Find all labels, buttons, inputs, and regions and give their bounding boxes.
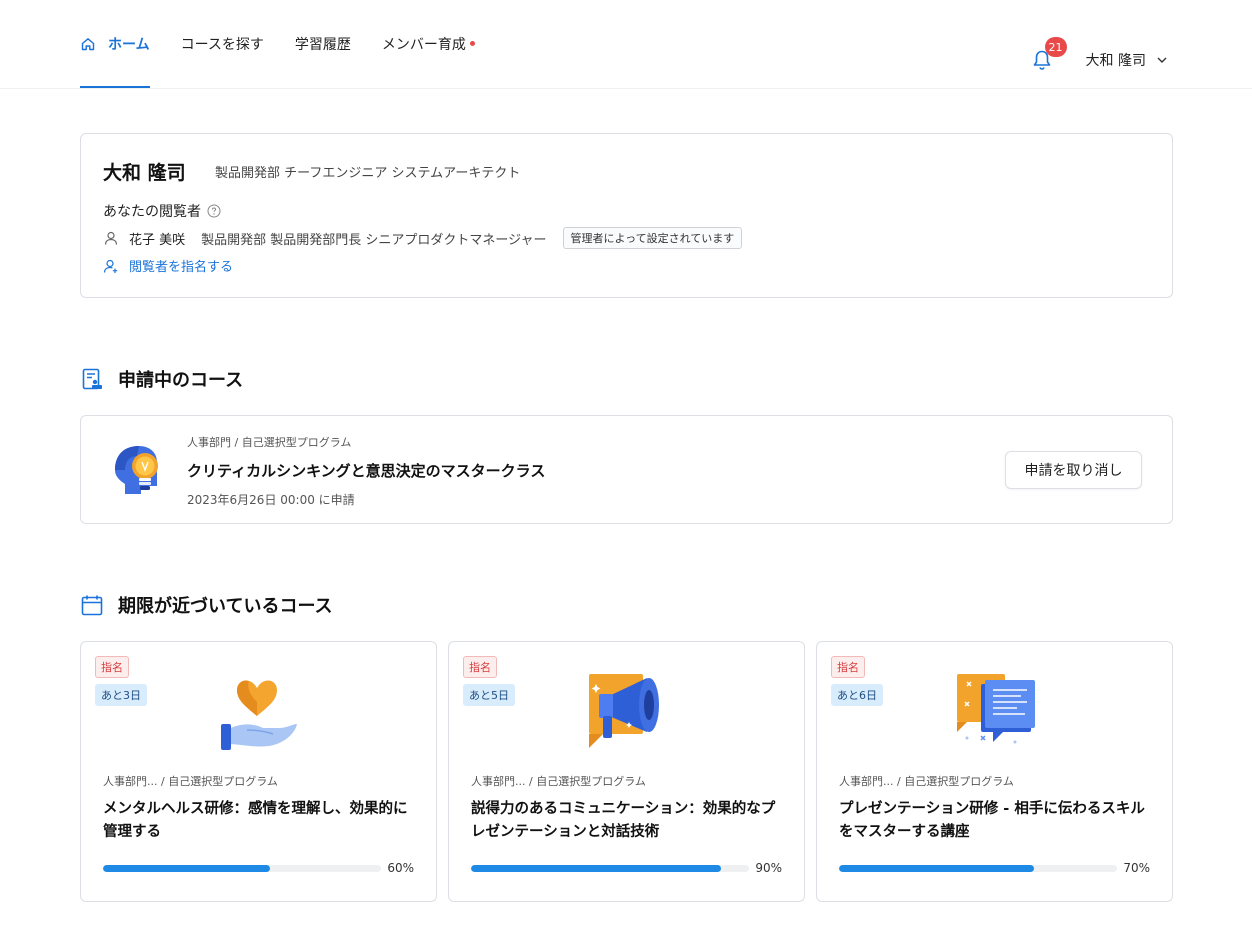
progress-label: 60% xyxy=(387,861,414,875)
applied-section-heading: 申請中のコース xyxy=(80,366,243,392)
nav-item-history[interactable]: 学習履歴 xyxy=(295,0,351,88)
course-card-3[interactable]: 指名 あと6日 人事部門... / 自己選択型プログラム プレゼンテーション研修… xyxy=(816,641,1173,902)
course-card-2[interactable]: 指名 あと5日 人事部門... / 自己選択型プログラム 説得力のあるコミュニケ… xyxy=(448,641,805,902)
course-category: 人事部門... / 自己選択型プログラム xyxy=(103,775,278,788)
course-category: 人事部門... / 自己選択型プログラム xyxy=(839,775,1014,788)
course-card-1[interactable]: 指名 あと3日 人事部門... / 自己選択型プログラム メンタルヘルス研修：感… xyxy=(80,641,437,902)
viewer-row: 花子 美咲 製品開発部 製品開発部門長 シニアプロダクトマネージャー 管理者によ… xyxy=(103,227,743,249)
cancel-application-button[interactable]: 申請を取り消し xyxy=(1005,451,1142,489)
viewer-dept: 製品開発部 製品開発部門長 シニアプロダクトマネージャー xyxy=(201,232,547,248)
assign-viewer-link[interactable]: 閲覧者を指名する xyxy=(103,256,233,275)
home-icon xyxy=(80,36,96,52)
course-category: 人事部門... / 自己選択型プログラム xyxy=(471,775,646,788)
progress-bar xyxy=(471,865,749,872)
viewer-name: 花子 美咲 xyxy=(129,232,186,248)
assigned-tag: 指名 xyxy=(831,656,865,678)
progress-label: 70% xyxy=(1123,861,1150,875)
unread-dot xyxy=(469,40,475,46)
assigned-tag: 指名 xyxy=(95,656,129,678)
application-document-icon xyxy=(80,367,104,391)
applied-course-card[interactable]: 人事部門 / 自己選択型プログラム クリティカルシンキングと意思決定のマスターク… xyxy=(80,415,1173,524)
viewer-title: あなたの閲覧者 xyxy=(103,204,201,220)
profile-name: 大和 隆司 xyxy=(103,162,186,184)
profile-card: 大和 隆司 製品開発部 チーフエンジニア システムアーキテクト あなたの閲覧者 … xyxy=(80,133,1173,298)
applied-course-category: 人事部門 / 自己選択型プログラム xyxy=(187,436,352,449)
person-icon xyxy=(103,230,119,246)
assign-viewer-label: 閲覧者を指名する xyxy=(129,260,234,275)
header-user-area: 21 大和 隆司 xyxy=(1030,37,1168,80)
nav-item-member-development[interactable]: メンバー育成 xyxy=(382,0,475,88)
megaphone-icon xyxy=(585,672,671,752)
nav-item-courses[interactable]: コースを探す xyxy=(181,0,264,88)
course-title: プレゼンテーション研修 - 相手に伝わるスキルをマスターする講座 xyxy=(839,801,1145,840)
progress-bar xyxy=(839,865,1117,872)
viewer-heading: あなたの閲覧者 xyxy=(103,201,221,221)
nav-label-courses: コースを探す xyxy=(180,37,264,53)
nav-label-member-development: メンバー育成 xyxy=(381,37,466,53)
applied-course-title: クリティカルシンキングと意思決定のマスタークラス xyxy=(187,462,546,480)
days-left-tag: あと5日 xyxy=(463,684,515,706)
applied-section-title: 申請中のコース xyxy=(118,370,244,391)
top-bar: ホーム コースを探す 学習履歴 メンバー育成 21 大和 隆司 xyxy=(0,0,1252,89)
bell-icon xyxy=(1030,50,1054,76)
progress-label: 90% xyxy=(755,861,782,875)
progress-fill xyxy=(471,865,722,872)
course-title: 説得力のあるコミュニケーション：効果的なプレゼンテーションと対話技術 xyxy=(471,801,776,840)
progress-fill xyxy=(839,865,1034,872)
admin-set-badge: 管理者によって設定されています xyxy=(562,227,743,249)
heart-hand-icon xyxy=(217,672,303,752)
nav-item-home[interactable]: ホーム xyxy=(80,2,150,88)
main-nav: ホーム コースを探す 学習履歴 メンバー育成 xyxy=(80,0,506,88)
notification-button[interactable]: 21 xyxy=(1030,37,1067,72)
profile-meta: 製品開発部 チーフエンジニア システムアーキテクト xyxy=(215,166,521,181)
deadline-section-title: 期限が近づいているコース xyxy=(118,596,333,617)
user-menu-name[interactable]: 大和 隆司 xyxy=(1086,50,1146,70)
days-left-tag: あと6日 xyxy=(831,684,883,706)
days-left-tag: あと3日 xyxy=(95,684,147,706)
calendar-icon xyxy=(80,593,104,617)
person-add-icon xyxy=(103,258,119,274)
idea-head-icon xyxy=(107,440,167,500)
applied-course-date: 2023年6月26日 00:00 に申請 xyxy=(187,493,355,507)
help-icon[interactable] xyxy=(207,204,221,218)
nav-label-history: 学習履歴 xyxy=(294,37,351,53)
progress-fill xyxy=(103,865,270,872)
chevron-down-icon[interactable] xyxy=(1156,54,1168,66)
course-title: メンタルヘルス研修：感情を理解し、効果的に管理する xyxy=(103,801,408,840)
deadline-section-heading: 期限が近づいているコース xyxy=(80,592,333,618)
assigned-tag: 指名 xyxy=(463,656,497,678)
chat-bubbles-icon xyxy=(953,672,1039,752)
nav-label-home: ホーム xyxy=(108,37,150,53)
notification-count-badge: 21 xyxy=(1044,37,1067,57)
progress-bar xyxy=(103,865,381,872)
